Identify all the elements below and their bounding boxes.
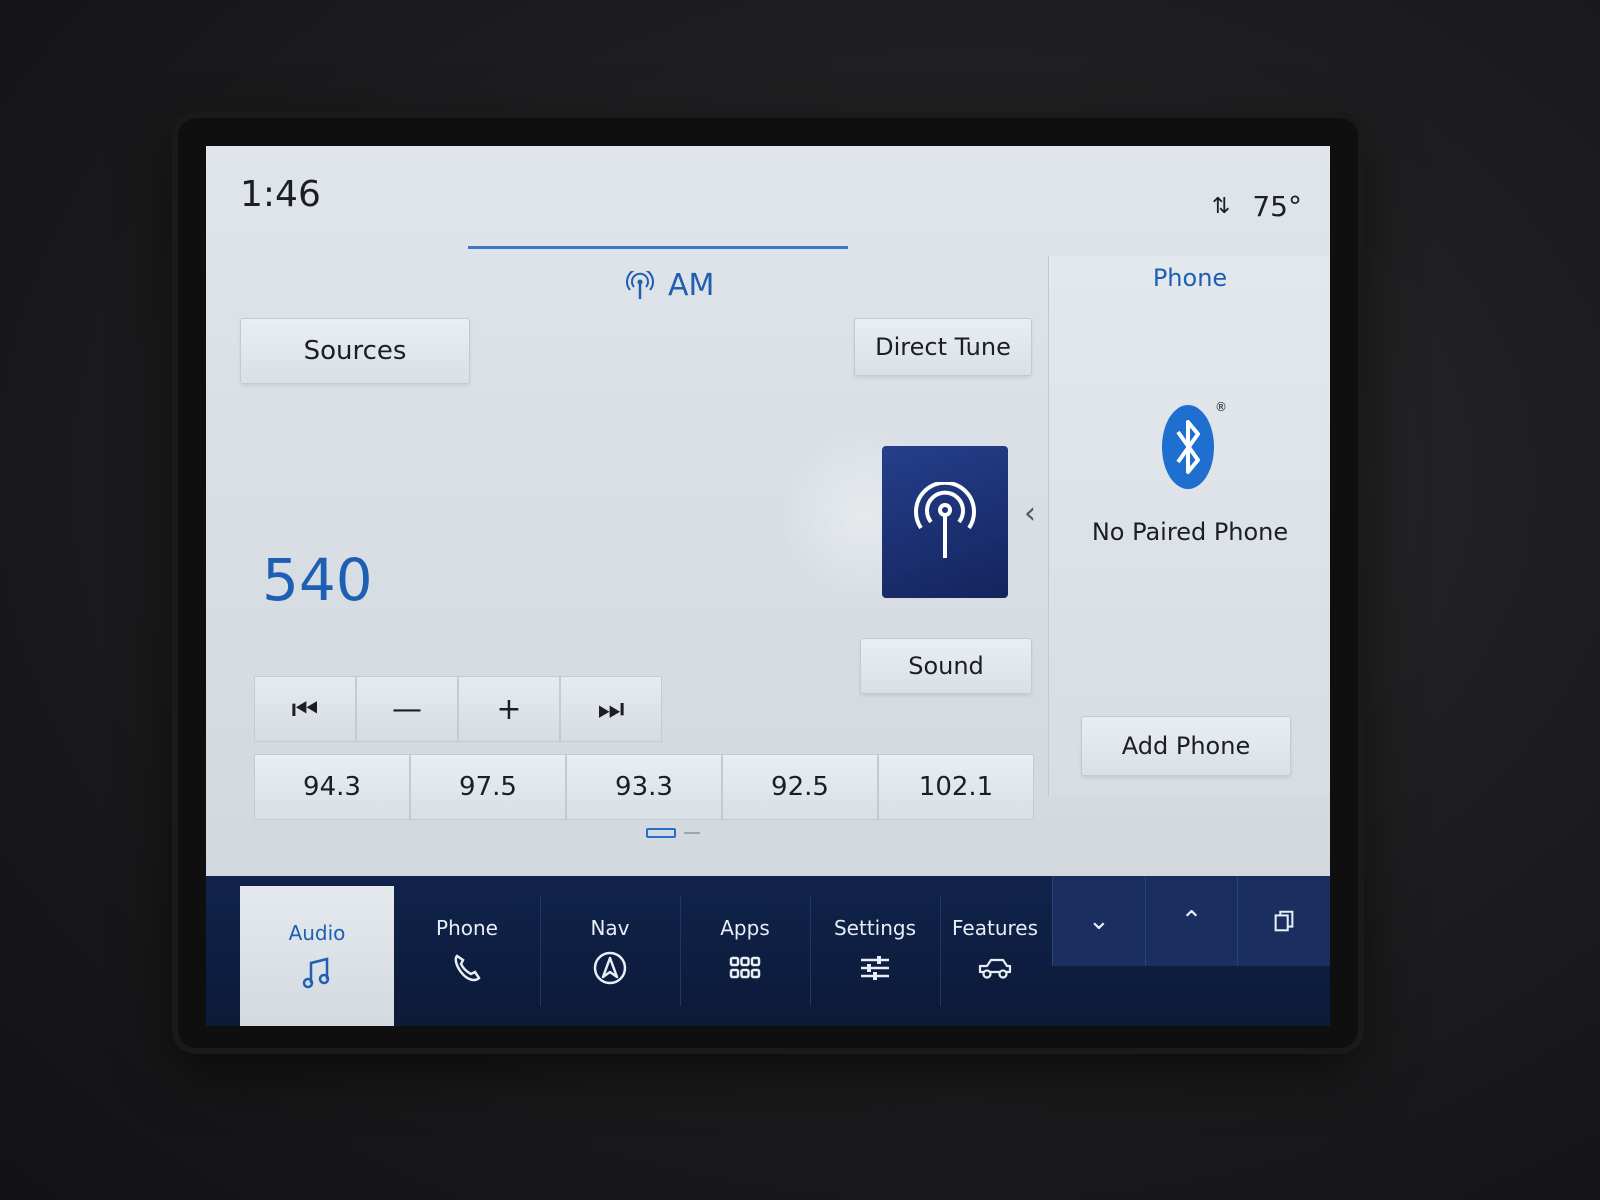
transport-controls: ⏮ — + ⏭ xyxy=(254,676,662,742)
station-frequency: 540 xyxy=(262,546,373,614)
nav-audio-tab[interactable]: Audio xyxy=(240,886,394,1026)
phone-panel: Phone ® No Paired Phone Add Phone xyxy=(1048,256,1330,796)
infotainment-screen: 1:46 ⇅ 75° AM Sources Direct Tune 540 ‹ … xyxy=(206,146,1330,1026)
clock: 1:46 xyxy=(240,174,321,215)
nav-settings-tab[interactable]: Settings xyxy=(810,876,940,1026)
nav-features-label: Features xyxy=(952,916,1038,940)
preset-button[interactable]: 94.3 xyxy=(254,754,410,820)
chevron-up-icon[interactable]: ⌃ xyxy=(1144,876,1238,966)
seek-forward-button[interactable]: ⏭ xyxy=(560,676,662,742)
registered-mark: ® xyxy=(1215,400,1227,414)
utility-buttons: ⌄ ⌃ xyxy=(1052,876,1330,966)
sources-button[interactable]: Sources xyxy=(240,318,470,384)
preset-bar: 94.3 97.5 93.3 92.5 102.1 xyxy=(254,754,1034,820)
bottom-nav-bar: Audio Phone Nav Apps Settings Features ⌄… xyxy=(206,876,1330,1026)
nav-navigation-tab[interactable]: Nav xyxy=(540,876,680,1026)
nav-settings-label: Settings xyxy=(833,916,917,940)
sound-button[interactable]: Sound xyxy=(860,638,1032,694)
preset-page-indicator[interactable] xyxy=(646,828,700,838)
seek-back-button[interactable]: ⏮ xyxy=(254,676,356,742)
nav-nav-label: Nav xyxy=(590,916,630,940)
nav-apps-tab[interactable]: Apps xyxy=(680,876,810,1026)
preset-button[interactable]: 102.1 xyxy=(878,754,1034,820)
phone-status: No Paired Phone xyxy=(1091,518,1289,546)
nav-features-tab[interactable]: Features xyxy=(940,876,1050,1026)
phone-handset-icon xyxy=(454,954,481,982)
sync-arrows-icon: ⇅ xyxy=(1211,194,1231,219)
preset-button[interactable]: 93.3 xyxy=(566,754,722,820)
page-dot xyxy=(684,832,700,834)
grid-icon xyxy=(729,956,761,979)
antenna-icon xyxy=(914,482,976,558)
expand-panel-chevron-icon[interactable]: ‹ xyxy=(1024,496,1036,531)
compass-arrow-icon xyxy=(593,951,627,985)
truck-icon xyxy=(978,958,1012,979)
preset-button[interactable]: 92.5 xyxy=(722,754,878,820)
audio-panel: Sources Direct Tune 540 ‹ Sound ⏮ — + ⏭ … xyxy=(206,256,1048,876)
nav-apps-label: Apps xyxy=(720,916,770,940)
page-dot-active xyxy=(646,828,676,838)
nav-audio-label: Audio xyxy=(288,921,346,945)
temperature: 75° xyxy=(1252,190,1302,223)
direct-tune-button[interactable]: Direct Tune xyxy=(854,318,1032,376)
station-art xyxy=(882,446,1008,598)
copy-windows-icon[interactable] xyxy=(1237,876,1330,966)
phone-panel-title[interactable]: Phone xyxy=(1049,264,1330,292)
music-note-icon xyxy=(302,957,330,989)
nav-phone-label: Phone xyxy=(436,916,498,940)
tab-indicator xyxy=(468,246,848,249)
tune-up-button[interactable]: + xyxy=(458,676,560,742)
copy-windows-icon xyxy=(1274,910,1294,932)
preset-button[interactable]: 97.5 xyxy=(410,754,566,820)
sliders-icon xyxy=(861,956,889,980)
add-phone-button[interactable]: Add Phone xyxy=(1081,716,1291,776)
status-area: ⇅ 75° xyxy=(1212,190,1302,223)
bluetooth-icon xyxy=(1162,405,1214,489)
tune-down-button[interactable]: — xyxy=(356,676,458,742)
nav-phone-tab[interactable]: Phone xyxy=(394,876,540,1026)
chevron-down-icon[interactable]: ⌄ xyxy=(1052,876,1145,966)
